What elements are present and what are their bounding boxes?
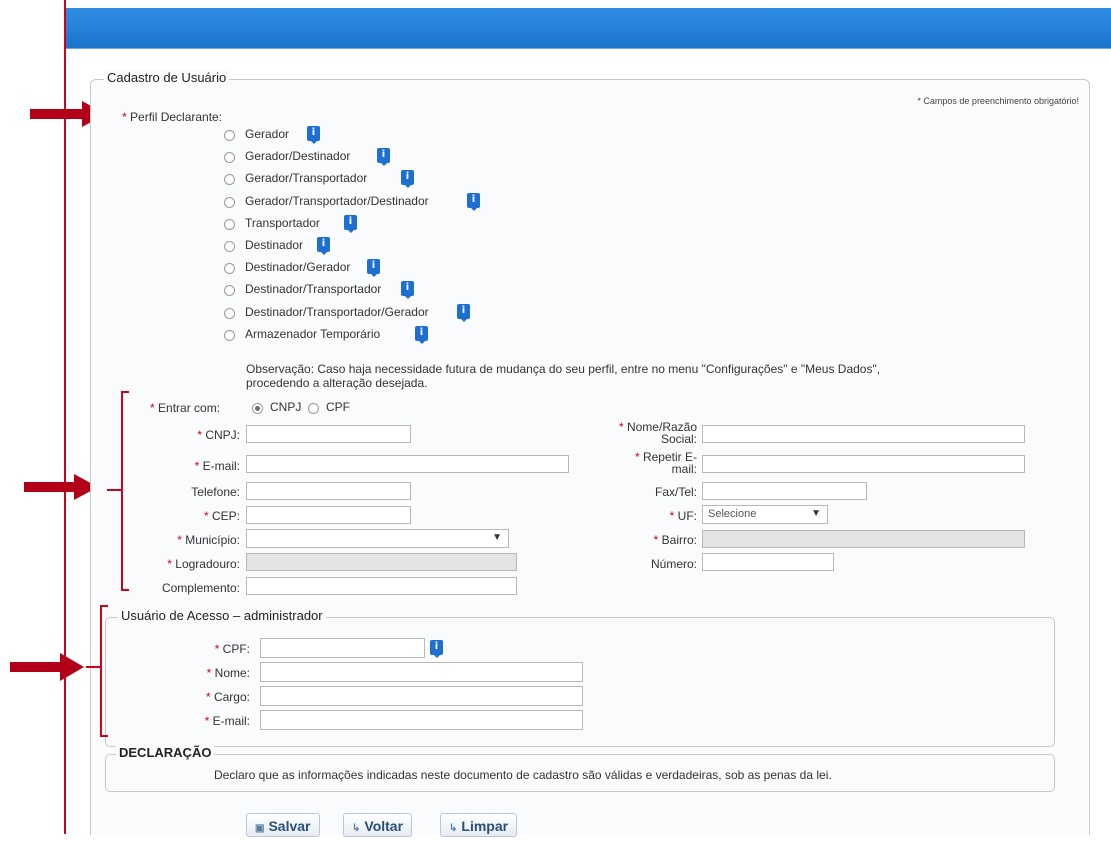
cnpj-input[interactable]	[246, 425, 411, 443]
logradouro-input[interactable]	[246, 553, 517, 571]
declaracao-text: Declaro que as informações indicadas nes…	[214, 768, 832, 782]
observation-line-1: Observação: Caso haja necessidade futura…	[246, 362, 881, 376]
save-icon: ▣	[255, 823, 265, 834]
telefone-input[interactable]	[246, 482, 411, 500]
cep-input[interactable]	[246, 506, 411, 524]
radio-cnpj[interactable]	[252, 403, 263, 414]
perfil-option-label: Destinador/Transportador	[245, 282, 382, 297]
perfil-label: * Perfil Declarante:	[122, 110, 223, 124]
cnpj-label: * CNPJ:	[197, 428, 240, 442]
perfil-radio[interactable]	[224, 218, 235, 230]
uf-label: * UF:	[669, 509, 697, 523]
clear-button-label: Limpar	[461, 818, 509, 834]
admin-email-input[interactable]	[260, 710, 583, 730]
municipio-label: * Município:	[177, 533, 240, 547]
fax-input[interactable]	[702, 482, 867, 500]
fax-label: Fax/Tel:	[654, 485, 697, 499]
repetir-email-label: * Repetir E- mail:	[634, 450, 697, 476]
perfil-option-label: Gerador/Transportador	[245, 171, 368, 186]
annotation-bracket-tick	[107, 489, 121, 491]
radio-cpf-label: CPF	[326, 400, 350, 414]
admin-cargo-label: * Cargo:	[205, 690, 250, 704]
info-icon[interactable]: i	[415, 325, 428, 344]
repetir-email-input[interactable]	[702, 455, 1025, 473]
form-title: Cadastro de Usuário	[104, 70, 230, 85]
numero-input[interactable]	[702, 553, 834, 571]
chevron-down-icon: ▼	[811, 508, 821, 519]
save-button-label: Salvar	[268, 818, 311, 834]
complemento-label: Complemento:	[161, 581, 240, 595]
email-label: * E-mail:	[194, 459, 240, 473]
observation-text: Observação: Caso haja necessidade futura…	[246, 362, 880, 390]
declaracao-title: DECLARAÇÃO	[116, 745, 215, 760]
annotation-bracket	[121, 391, 129, 591]
uf-selected-value: Selecione	[708, 508, 757, 520]
info-icon[interactable]: i	[317, 237, 330, 255]
required-note: * Campos de preenchimento obrigatório!	[917, 96, 1079, 106]
email-input[interactable]	[246, 455, 569, 473]
red-arrow-icon	[24, 474, 98, 500]
perfil-radio[interactable]	[224, 329, 235, 341]
info-icon[interactable]: i	[430, 640, 443, 658]
perfil-radio[interactable]	[224, 196, 235, 208]
nome-razao-input[interactable]	[702, 425, 1025, 443]
radio-cpf[interactable]	[308, 403, 319, 414]
entrar-com-label: * Entrar com:	[150, 401, 221, 415]
back-button-label: Voltar	[364, 818, 404, 834]
info-icon[interactable]: i	[377, 148, 390, 167]
clear-button[interactable]: ↳ Limpar	[440, 813, 518, 837]
perfil-option-label: Gerador/Transportador/Destinador	[245, 193, 429, 208]
radio-cnpj-label: CNPJ	[270, 400, 302, 414]
admin-cargo-input[interactable]	[260, 686, 583, 706]
perfil-option-label: Destinador	[245, 238, 304, 252]
perfil-radio[interactable]	[224, 130, 235, 141]
bairro-label: * Bairro:	[653, 533, 697, 547]
cep-label: * CEP:	[203, 509, 240, 523]
perfil-radio[interactable]	[224, 241, 235, 252]
admin-nome-input[interactable]	[260, 662, 583, 682]
save-button[interactable]: ▣ Salvar	[246, 813, 320, 837]
annotation-bracket-tick	[86, 666, 100, 668]
perfil-option-label: Transportador	[245, 215, 320, 230]
info-icon[interactable]: i	[367, 259, 380, 278]
municipio-select[interactable]: ▼	[246, 529, 509, 548]
perfil-radio[interactable]	[224, 307, 235, 319]
admin-email-label: * E-mail:	[204, 714, 250, 728]
chevron-down-icon: ▼	[492, 532, 502, 543]
perfil-option-label: Gerador	[245, 127, 290, 141]
nome-razao-label: * Nome/Razão Social:	[618, 420, 697, 446]
complemento-input[interactable]	[246, 577, 517, 595]
info-icon[interactable]: i	[344, 214, 357, 233]
admin-cpf-input[interactable]	[260, 638, 425, 658]
telefone-label: Telefone:	[191, 485, 240, 499]
perfil-option-label: Gerador/Destinador	[245, 149, 351, 164]
info-icon[interactable]: i	[457, 303, 470, 322]
info-icon[interactable]: i	[401, 170, 414, 189]
admin-title: Usuário de Acesso – administrador	[118, 608, 326, 623]
perfil-option-label: Armazenador Temporário	[245, 326, 381, 341]
info-icon[interactable]: i	[467, 192, 480, 211]
bairro-input[interactable]	[702, 530, 1025, 548]
logradouro-label: * Logradouro:	[167, 557, 240, 571]
red-arrow-icon	[10, 653, 84, 681]
info-icon[interactable]: i	[307, 126, 320, 144]
annotation-bracket	[100, 605, 108, 737]
clear-icon: ↳	[449, 823, 458, 834]
back-icon: ↳	[352, 823, 361, 834]
numero-label: Número:	[650, 557, 697, 571]
perfil-option-label: Destinador/Gerador	[245, 260, 351, 275]
uf-select[interactable]: Selecione ▼	[702, 505, 828, 524]
perfil-option-label: Destinador/Transportador/Gerador	[245, 304, 429, 319]
admin-cpf-label: * CPF:	[214, 642, 250, 656]
back-button[interactable]: ↳ Voltar	[343, 813, 413, 837]
observation-line-2: procedendo a alteração desejada.	[246, 376, 428, 390]
admin-nome-label: * Nome:	[206, 666, 250, 680]
header-bar	[66, 8, 1111, 49]
info-icon[interactable]: i	[401, 281, 414, 300]
